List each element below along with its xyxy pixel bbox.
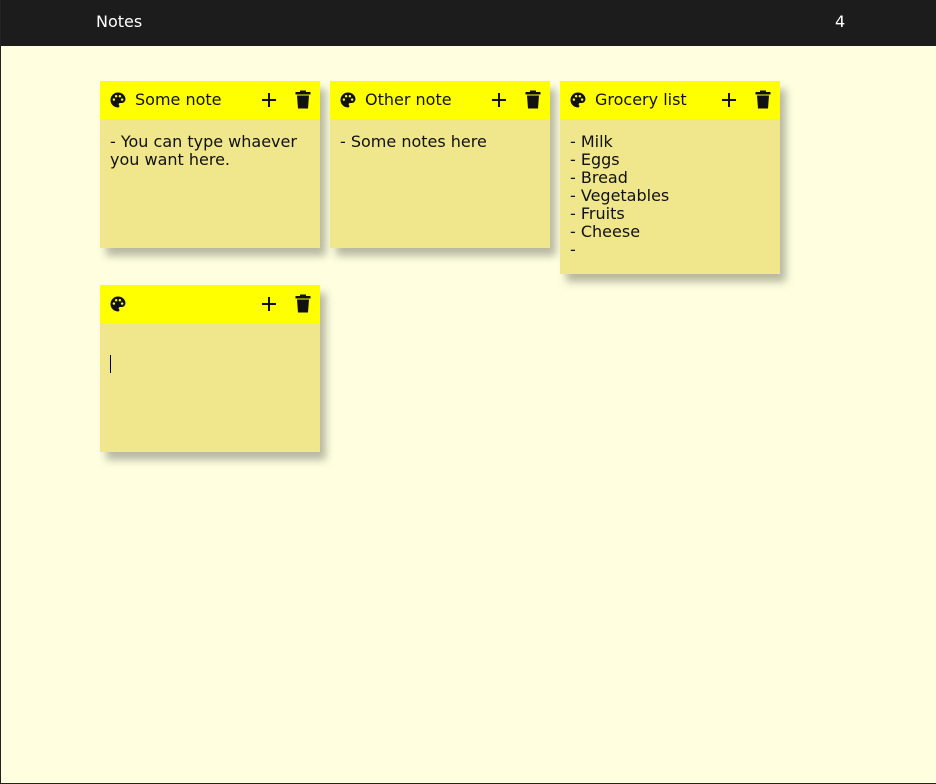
note-content-editor[interactable] xyxy=(100,323,320,381)
trash-icon[interactable] xyxy=(295,90,311,109)
note-title[interactable]: Some note xyxy=(135,90,222,109)
add-note-button[interactable] xyxy=(490,91,508,109)
palette-icon[interactable] xyxy=(339,91,357,109)
note-header: Grocery list xyxy=(560,81,780,119)
note-content[interactable]: - Milk - Eggs - Bread - Vegetables - Fru… xyxy=(560,119,780,267)
add-note-button[interactable] xyxy=(260,295,278,313)
note-card: Other note - Some notes here xyxy=(330,81,550,248)
note-card: Grocery list - Milk - Eggs - Bread - Veg… xyxy=(560,81,780,274)
app-title: Notes xyxy=(96,12,143,31)
add-note-button[interactable] xyxy=(720,91,738,109)
trash-icon[interactable] xyxy=(295,294,311,313)
note-card: Some note - You can type whaever you wan… xyxy=(100,81,320,248)
trash-icon[interactable] xyxy=(755,90,771,109)
note-count: 4 xyxy=(835,12,846,31)
top-bar: Notes 4 xyxy=(1,0,936,46)
text-caret xyxy=(110,355,111,373)
note-content[interactable]: - Some notes here xyxy=(330,119,550,159)
note-header: Other note xyxy=(330,81,550,119)
palette-icon[interactable] xyxy=(569,91,587,109)
note-header xyxy=(100,285,320,323)
trash-icon[interactable] xyxy=(525,90,541,109)
palette-icon[interactable] xyxy=(109,295,127,313)
note-content[interactable]: - You can type whaever you want here. xyxy=(100,119,320,177)
note-card xyxy=(100,285,320,452)
note-title[interactable]: Grocery list xyxy=(595,90,687,109)
note-title[interactable]: Other note xyxy=(365,90,452,109)
note-header: Some note xyxy=(100,81,320,119)
add-note-button[interactable] xyxy=(260,91,278,109)
palette-icon[interactable] xyxy=(109,91,127,109)
